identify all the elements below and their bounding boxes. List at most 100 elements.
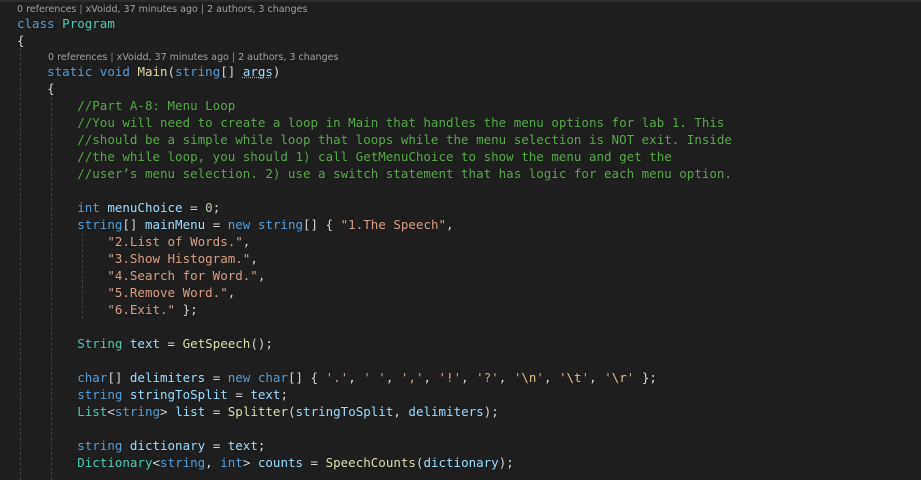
- string-to-split-line[interactable]: string stringToSplit = text;: [17, 386, 288, 403]
- keyword-token: static: [47, 64, 93, 79]
- escape-sequence-token: \t: [566, 370, 582, 385]
- punctuation-token: ;: [257, 438, 266, 453]
- comment-line-1[interactable]: //Part A-8: Menu Loop: [17, 97, 235, 114]
- punctuation-token: =: [205, 438, 228, 453]
- main-open-brace-line[interactable]: {: [17, 80, 55, 97]
- comment-line-2[interactable]: //You will need to create a loop in Main…: [17, 114, 724, 131]
- punctuation-token: ): [272, 64, 281, 79]
- punctuation-token: {: [47, 81, 55, 96]
- punctuation-token: =: [205, 217, 228, 232]
- keyword-token: int: [77, 200, 100, 215]
- method-name-token: SpeechCounts: [325, 455, 416, 470]
- comment-line-5[interactable]: //user’s menu selection. 2) use a switch…: [17, 165, 732, 182]
- string-literal-token: ': [604, 370, 612, 385]
- punctuation-token: ,: [385, 370, 401, 385]
- type-name-token: List: [77, 404, 108, 419]
- codelens-changes[interactable]: 2 authors, 3 changes: [207, 4, 307, 15]
- class-declaration-line[interactable]: class Program: [17, 15, 115, 32]
- keyword-token: string: [77, 438, 123, 453]
- main-signature-line[interactable]: static void Main(string[] args): [17, 63, 280, 80]
- number-literal-token: 0: [205, 200, 213, 215]
- string-literal-token: '!': [438, 370, 462, 385]
- escape-sequence-token: \n: [521, 370, 537, 385]
- keyword-token: string: [175, 64, 221, 79]
- punctuation-token: =: [160, 336, 183, 351]
- menu-item-line-2[interactable]: "2.List of Words.",: [17, 233, 250, 250]
- comment-line-4[interactable]: //the while loop, you should 1) call Get…: [17, 148, 672, 165]
- menu-item-line-6[interactable]: "6.Exit." };: [17, 301, 197, 318]
- method-name-token: GetSpeech: [182, 336, 251, 351]
- punctuation-token: ,: [543, 370, 559, 385]
- splitter-line[interactable]: List<string> list = Splitter(stringToSpl…: [17, 403, 499, 420]
- codelens-separator: |: [228, 52, 239, 63]
- get-speech-line[interactable]: String text = GetSpeech();: [17, 335, 273, 352]
- menu-item-line-3[interactable]: "3.Show Histogram.",: [17, 250, 258, 267]
- string-literal-token: "1.The Speech": [340, 217, 447, 232]
- string-literal-token: '.': [325, 370, 349, 385]
- punctuation-token: =: [227, 387, 251, 402]
- dictionary-line[interactable]: string dictionary = text;: [17, 437, 265, 454]
- codelens-references[interactable]: 0 references: [48, 52, 107, 63]
- string-literal-token: ': [536, 370, 544, 385]
- punctuation-token: [] {: [303, 217, 341, 232]
- type-name-token: String: [77, 336, 123, 351]
- codelens-references[interactable]: 0 references: [17, 4, 76, 15]
- menu-choice-line[interactable]: int menuChoice = 0;: [17, 199, 220, 216]
- delimiters-line[interactable]: char[] delimiters = new char[] { '.', ' …: [17, 369, 657, 386]
- punctuation-token: >: [160, 404, 176, 419]
- identifier-token: dictionary: [423, 455, 499, 470]
- main-menu-line[interactable]: string[] mainMenu = new string[] { "1.Th…: [17, 216, 453, 233]
- comment-token: //the while loop, you should 1) call Get…: [77, 149, 672, 164]
- code-editor[interactable]: 0 references | xVoidd, 37 minutes ago | …: [0, 0, 921, 480]
- parameter-args-token: args: [242, 64, 273, 79]
- keyword-token: string: [77, 217, 123, 232]
- speech-counts-line[interactable]: Dictionary<string, int> counts = SpeechC…: [17, 454, 514, 471]
- identifier-token: menuChoice: [107, 200, 183, 215]
- menu-item-line-4[interactable]: "4.Search for Word.",: [17, 267, 265, 284]
- keyword-token: char: [257, 370, 288, 385]
- punctuation-token: };: [634, 370, 657, 385]
- identifier-token: stringToSplit: [129, 387, 228, 402]
- punctuation-token: ,: [242, 234, 251, 249]
- identifier-token: stringToSplit: [295, 404, 394, 419]
- codelens-author[interactable]: xVoidd, 37 minutes ago: [117, 52, 229, 63]
- punctuation-token: );: [483, 404, 499, 419]
- punctuation-token: <: [152, 455, 161, 470]
- punctuation-token: >: [242, 455, 258, 470]
- punctuation-token: []: [220, 64, 243, 79]
- identifier-token: text: [129, 336, 161, 351]
- class-open-brace-line[interactable]: {: [17, 32, 25, 49]
- string-literal-token: ': [559, 370, 567, 385]
- punctuation-token: =: [205, 404, 228, 419]
- comment-line-3[interactable]: //should be a simple while loop that loo…: [17, 131, 732, 148]
- codelens-separator: |: [76, 4, 86, 15]
- keyword-token: string: [77, 387, 123, 402]
- keyword-token: string: [160, 455, 206, 470]
- keyword-token: char: [77, 370, 108, 385]
- punctuation-token: =: [205, 370, 228, 385]
- keyword-token: class: [17, 16, 55, 31]
- menu-item-line-5[interactable]: "5.Remove Word.",: [17, 284, 235, 301]
- codelens-author[interactable]: xVoidd, 37 minutes ago: [86, 4, 198, 15]
- punctuation-token: ,: [393, 404, 409, 419]
- codelens-changes[interactable]: 2 authors, 3 changes: [238, 52, 338, 63]
- punctuation-token: ;: [212, 200, 221, 215]
- string-literal-token: ' ': [363, 370, 386, 385]
